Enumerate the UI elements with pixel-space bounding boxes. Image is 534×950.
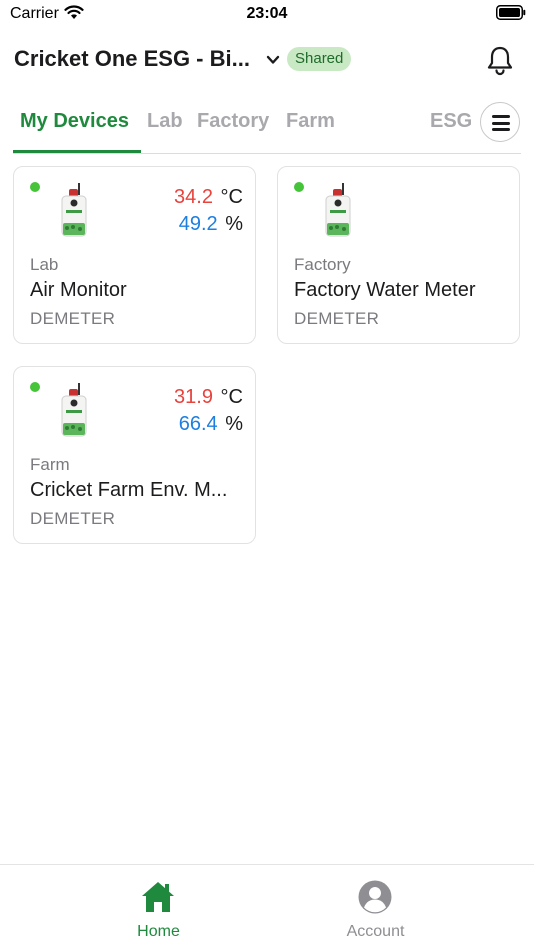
home-icon [142, 882, 174, 912]
device-brand: DEMETER [30, 309, 116, 328]
tab-farm[interactable]: Farm [286, 110, 335, 133]
device-location: Lab [30, 255, 59, 274]
clock: 23:04 [246, 5, 288, 22]
temperature-reading: 31.9 °C [174, 386, 243, 409]
temperature-reading: 34.2 °C [174, 186, 243, 209]
humidity-value: 66.4 [178, 413, 218, 435]
status-bar: Carrier 23:04 [0, 0, 534, 30]
humidity-unit: % [225, 413, 243, 435]
bell-icon[interactable] [485, 44, 515, 76]
online-status-dot [30, 182, 40, 192]
battery-icon [496, 5, 526, 20]
tab-factory[interactable]: Factory [197, 110, 269, 133]
tabs-menu-button[interactable] [480, 102, 520, 142]
device-sensor-icon [61, 383, 87, 437]
temperature-unit: °C [220, 186, 243, 208]
header: Cricket One ESG - Bi... Shared [0, 42, 534, 80]
tab-esg[interactable]: ESG [430, 110, 472, 133]
shared-badge: Shared [287, 47, 352, 71]
tab-account[interactable]: Account [242, 865, 509, 950]
humidity-reading: 49.2 % [179, 213, 243, 236]
device-name: Factory Water Meter [294, 279, 476, 301]
account-label: Account [346, 923, 405, 940]
tabs-divider [13, 153, 521, 154]
device-sensor-icon [61, 183, 87, 237]
device-location: Factory [294, 255, 351, 274]
device-name: Air Monitor [30, 279, 127, 301]
account-icon [358, 880, 392, 914]
temperature-value: 31.9 [174, 386, 213, 408]
humidity-unit: % [225, 213, 243, 235]
humidity-reading: 66.4 % [179, 413, 243, 436]
online-status-dot [294, 182, 304, 192]
device-brand: DEMETER [294, 309, 380, 328]
tab-my-devices[interactable]: My Devices [20, 110, 129, 133]
bottom-tab-bar: Home Account [0, 864, 534, 950]
location-tabs: My Devices Lab Factory Farm ESG [0, 102, 534, 154]
device-brand: DEMETER [30, 509, 116, 528]
temperature-unit: °C [220, 386, 243, 408]
online-status-dot [30, 382, 40, 392]
device-card-factory-water-meter[interactable]: Factory Factory Water Meter DEMETER [277, 166, 520, 344]
device-sensor-icon [325, 183, 351, 237]
device-location: Farm [30, 455, 70, 474]
menu-icon [492, 115, 510, 118]
device-card-cricket-farm[interactable]: 31.9 °C 66.4 % Farm Cricket Farm Env. M.… [13, 366, 256, 544]
humidity-value: 49.2 [178, 213, 218, 235]
temperature-value: 34.2 [174, 186, 213, 208]
chevron-down-icon[interactable] [266, 54, 280, 66]
device-card-air-monitor[interactable]: 34.2 °C 49.2 % Lab Air Monitor DEMETER [13, 166, 256, 344]
organization-title[interactable]: Cricket One ESG - Bi... [14, 46, 250, 72]
tab-lab[interactable]: Lab [147, 110, 183, 133]
device-name: Cricket Farm Env. M... [30, 479, 228, 501]
